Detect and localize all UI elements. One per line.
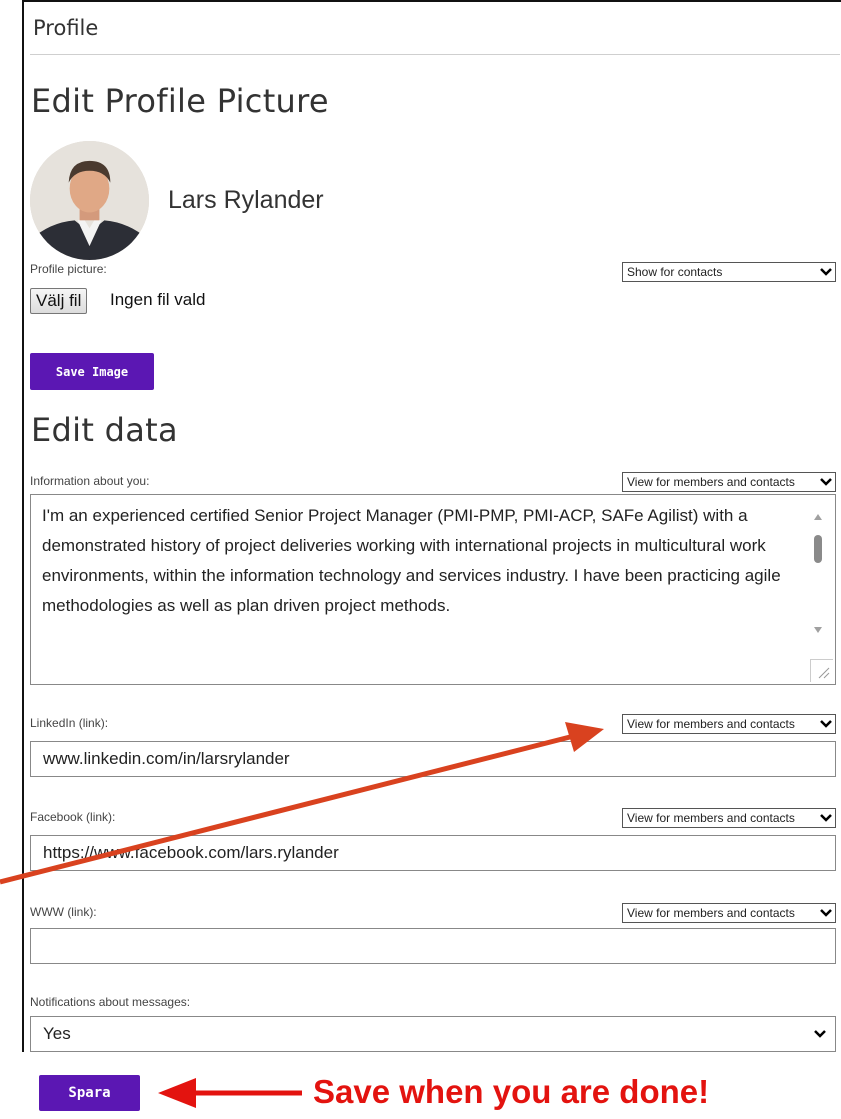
annotation-arrows xyxy=(0,722,604,1108)
arrow-to-save-head xyxy=(158,1078,196,1108)
arrow-to-visibility-line xyxy=(0,734,571,885)
save-annotation: Save when you are done! xyxy=(313,1073,710,1110)
arrow-to-visibility-head xyxy=(565,722,604,752)
